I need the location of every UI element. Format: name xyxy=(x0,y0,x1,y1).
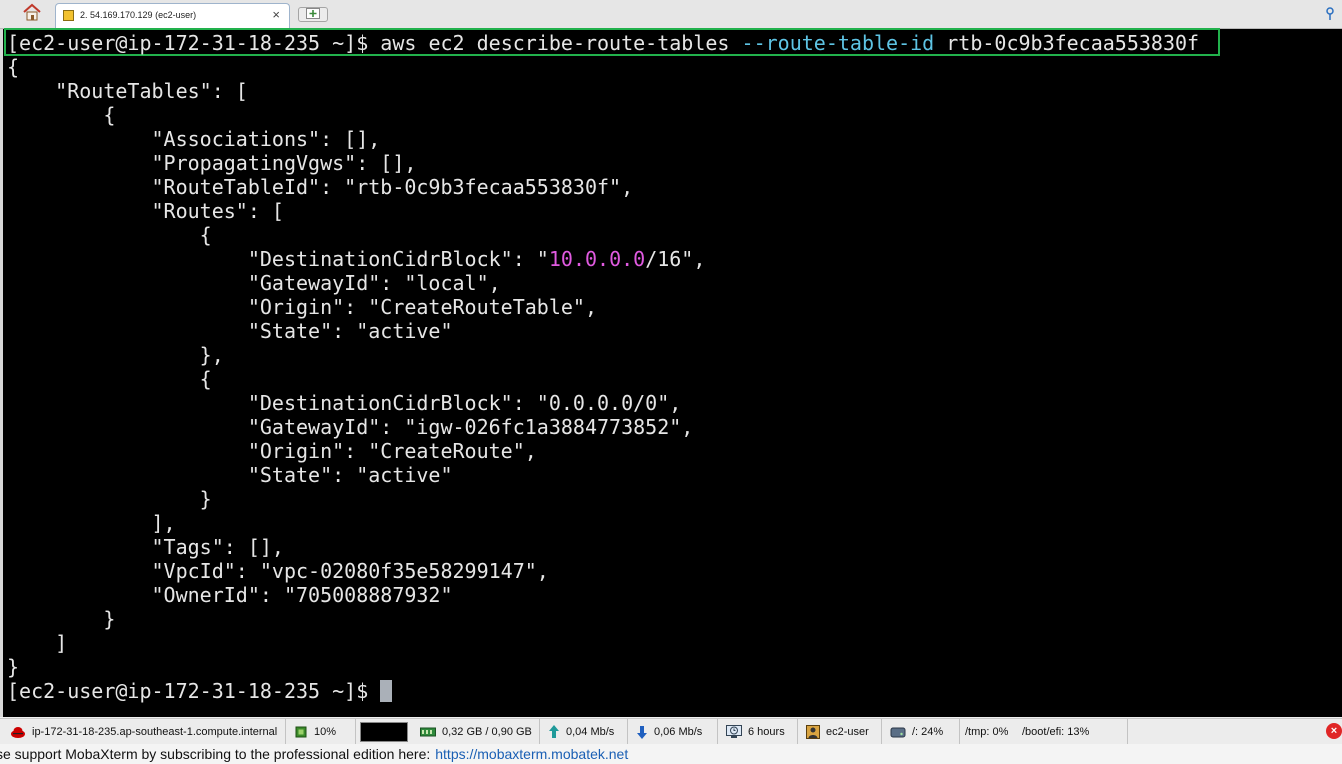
home-button[interactable] xyxy=(18,3,46,26)
download-icon xyxy=(636,724,648,740)
home-icon xyxy=(22,3,42,26)
close-status-icon[interactable]: × xyxy=(1326,723,1342,739)
new-tab-icon xyxy=(306,6,320,24)
output-line: "RouteTables": [ xyxy=(7,79,248,103)
status-download: 0,06 Mb/s xyxy=(628,719,718,744)
output-line: } xyxy=(7,607,116,631)
terminal-tab-icon xyxy=(63,10,74,21)
output-line: { xyxy=(7,103,116,127)
disk-tmp-text: /tmp: 0% xyxy=(965,725,1009,738)
close-tab-icon[interactable]: × xyxy=(272,7,280,23)
disk-icon xyxy=(890,725,906,739)
pin-button[interactable] xyxy=(1324,7,1336,26)
status-bar: ip-172-31-18-235.ap-southeast-1.compute.… xyxy=(0,718,1342,744)
hostname-text: ip-172-31-18-235.ap-southeast-1.compute.… xyxy=(32,725,278,738)
terminal-area[interactable]: [ec2-user@ip-172-31-18-235 ~]$ aws ec2 d… xyxy=(0,28,1342,717)
output-line-cidr: "DestinationCidrBlock": "10.0.0.0/16", xyxy=(7,247,706,271)
disk-root-text: /: 24% xyxy=(912,725,944,738)
output-line: "RouteTableId": "rtb-0c9b3fecaa553830f", xyxy=(7,175,634,199)
status-upload: 0,04 Mb/s xyxy=(540,719,628,744)
cidr-prefix: "DestinationCidrBlock": " xyxy=(7,247,549,271)
cpu-graph xyxy=(360,721,408,742)
output-line: { xyxy=(7,55,20,79)
footer-text: se support MobaXterm by subscribing to t… xyxy=(0,746,431,762)
memory-text: 0,32 GB / 0,90 GB xyxy=(442,725,532,738)
command-argument: rtb-0c9b3fecaa553830f xyxy=(946,31,1200,55)
status-disk-tmp: /tmp: 0% xyxy=(960,719,1018,744)
memory-icon xyxy=(420,726,436,738)
status-cpu: 10% xyxy=(286,719,356,744)
output-line: { xyxy=(7,223,212,247)
output-line: "DestinationCidrBlock": "0.0.0.0/0", xyxy=(7,391,682,415)
command-flag: --route-table-id xyxy=(741,31,935,55)
redhat-icon xyxy=(10,725,26,739)
uptime-text: 6 hours xyxy=(748,725,785,738)
upload-text: 0,04 Mb/s xyxy=(566,725,615,738)
text-cursor xyxy=(380,680,393,702)
output-line: "State": "active" xyxy=(7,463,453,487)
output-line: ] xyxy=(7,631,68,655)
output-line: "GatewayId": "igw-026fc1a3884773852", xyxy=(7,415,694,439)
status-user: ec2-user xyxy=(798,719,882,744)
footer-banner: se support MobaXterm by subscribing to t… xyxy=(0,744,1342,764)
tab-bar: 2. 54.169.170.129 (ec2-user) × xyxy=(0,0,1342,29)
user-text: ec2-user xyxy=(826,725,869,738)
session-tab[interactable]: 2. 54.169.170.129 (ec2-user) × xyxy=(55,3,290,28)
disk-efi-text: /boot/efi: 13% xyxy=(1022,725,1090,738)
status-memory: 0,32 GB / 0,90 GB xyxy=(412,719,540,744)
user-icon xyxy=(806,724,820,739)
output-line: "VpcId": "vpc-02080f35e58299147", xyxy=(7,559,549,583)
output-line: "Origin": "CreateRoute", xyxy=(7,439,537,463)
status-uptime: 6 hours xyxy=(718,719,798,744)
status-disk-root: /: 24% xyxy=(882,719,960,744)
terminal-output: [ec2-user@ip-172-31-18-235 ~]$ aws ec2 d… xyxy=(7,31,1199,703)
cidr-ip-highlight: 10.0.0.0 xyxy=(548,247,646,271)
cpu-text: 10% xyxy=(314,725,337,738)
session-tab-title: 2. 54.169.170.129 (ec2-user) xyxy=(80,10,197,20)
download-text: 0,06 Mb/s xyxy=(654,725,703,738)
output-line: "Tags": [], xyxy=(7,535,284,559)
final-prompt-line[interactable]: [ec2-user@ip-172-31-18-235 ~]$ xyxy=(7,679,393,703)
final-prompt: [ec2-user@ip-172-31-18-235 ~]$ xyxy=(7,679,381,703)
output-line: ], xyxy=(7,511,176,535)
output-line: } xyxy=(7,487,212,511)
output-line: "Origin": "CreateRouteTable", xyxy=(7,295,598,319)
mobaxterm-link[interactable]: https://mobaxterm.mobatek.net xyxy=(435,746,628,762)
status-hostname: ip-172-31-18-235.ap-southeast-1.compute.… xyxy=(0,719,286,744)
cidr-suffix: /16", xyxy=(645,247,706,271)
uptime-icon xyxy=(726,724,742,739)
output-line: { xyxy=(7,367,212,391)
status-disk-efi: /boot/efi: 13% xyxy=(1018,719,1128,744)
output-line: } xyxy=(7,655,20,679)
command-text: aws ec2 describe-route-tables xyxy=(380,31,730,55)
output-line: }, xyxy=(7,343,224,367)
cpu-icon xyxy=(294,725,308,739)
command-line: [ec2-user@ip-172-31-18-235 ~]$ aws ec2 d… xyxy=(7,31,1199,55)
output-line: "State": "active" xyxy=(7,319,453,343)
output-line: "GatewayId": "local", xyxy=(7,271,501,295)
new-tab-button[interactable] xyxy=(298,7,328,22)
output-line: "Routes": [ xyxy=(7,199,284,223)
command-prompt: [ec2-user@ip-172-31-18-235 ~]$ xyxy=(7,31,369,55)
output-line: "Associations": [], xyxy=(7,127,381,151)
output-line: "OwnerId": "705008887932" xyxy=(7,583,453,607)
output-line: "PropagatingVgws": [], xyxy=(7,151,417,175)
upload-icon xyxy=(548,724,560,740)
pin-icon xyxy=(1324,7,1336,25)
